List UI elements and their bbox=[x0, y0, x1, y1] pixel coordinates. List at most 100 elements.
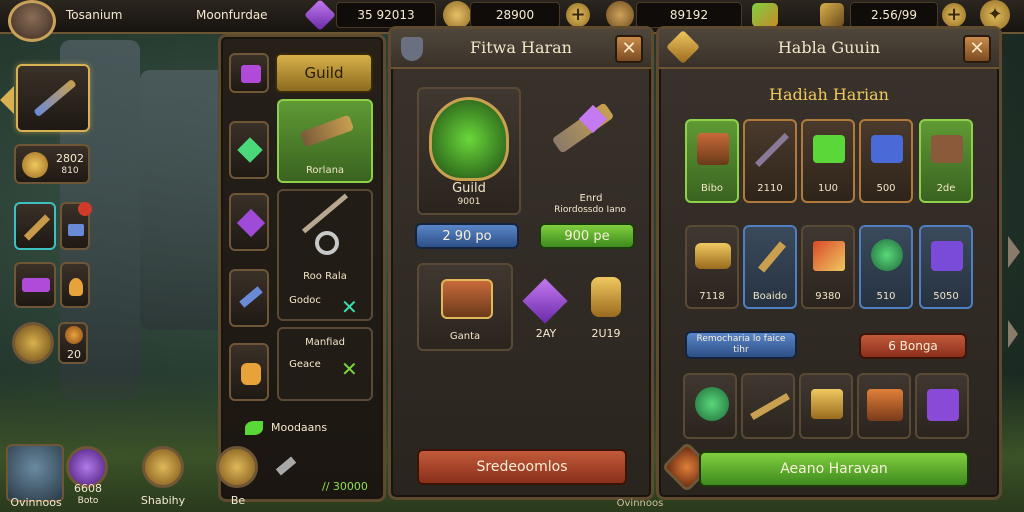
blue-tool-icon bbox=[239, 286, 263, 308]
guild-button[interactable]: Guild bbox=[275, 53, 373, 93]
daily-row1-2: 2110 bbox=[757, 183, 783, 194]
daily-subtitle: Hadiah Harian bbox=[769, 85, 889, 104]
sidebar-badge-slot[interactable]: 20 bbox=[58, 322, 88, 364]
chest-icon bbox=[752, 3, 778, 27]
energy-amount: 89192 bbox=[636, 2, 742, 28]
emblem-sub: 9001 bbox=[457, 197, 481, 207]
right-price-button[interactable]: 900 pe bbox=[539, 223, 635, 249]
gem-sub-label: Boto bbox=[77, 496, 99, 506]
coin-icon bbox=[22, 152, 48, 178]
gold-scroll-icon bbox=[695, 243, 731, 269]
gem-label: 6608 bbox=[74, 482, 102, 495]
sidebar-crystal-slot[interactable] bbox=[60, 202, 92, 250]
guild-nav-button[interactable] bbox=[216, 446, 258, 488]
hero-portrait[interactable] bbox=[6, 444, 64, 502]
daily-row1-5: 2de bbox=[936, 183, 956, 194]
info-button[interactable]: Remocharia lo faice tihr bbox=[685, 331, 797, 359]
badge-value: 20 bbox=[67, 348, 81, 361]
sidebar-flame-slot[interactable] bbox=[60, 262, 90, 308]
green-orb-icon bbox=[695, 387, 729, 421]
cross-icon[interactable]: ✕ bbox=[341, 357, 358, 381]
daily-reward-11[interactable] bbox=[683, 373, 737, 439]
player-avatar[interactable] bbox=[8, 0, 56, 42]
crossed-swords-icon bbox=[755, 133, 789, 167]
deal-button[interactable]: 6 Bonga bbox=[859, 333, 967, 359]
item-card-2[interactable]: Roo Rala Godoc ✕ bbox=[277, 189, 373, 321]
daily-reward-3[interactable]: 1U0 bbox=[801, 119, 855, 203]
daily-reward-4[interactable]: 500 bbox=[859, 119, 913, 203]
weekly-panel-title: Fitwa Haran bbox=[470, 38, 572, 57]
sidebar-weapon-slot[interactable] bbox=[16, 64, 90, 132]
shop-button[interactable] bbox=[142, 446, 184, 488]
daily-reward-2[interactable]: 2110 bbox=[743, 119, 797, 203]
daily-reward-5[interactable]: 2de bbox=[919, 119, 973, 203]
spear-icon bbox=[301, 193, 349, 234]
chest-icon bbox=[441, 279, 493, 319]
daily-reward-10[interactable]: 5050 bbox=[919, 225, 973, 309]
daily-reward-1[interactable]: Bibo bbox=[685, 119, 739, 203]
gold-box-icon bbox=[811, 389, 843, 419]
hero-label: Ovinnoos bbox=[10, 496, 62, 509]
chest-icon bbox=[697, 133, 729, 165]
scroll-amount: 2.56/99 bbox=[850, 2, 938, 28]
sidebar-sword-slot[interactable] bbox=[14, 202, 56, 250]
energy-icon bbox=[606, 1, 634, 29]
add-gold-button[interactable]: + bbox=[566, 3, 590, 27]
purple-box-icon bbox=[931, 241, 963, 271]
daily-reward-9[interactable]: 510 bbox=[859, 225, 913, 309]
left-arrow-icon[interactable] bbox=[0, 86, 14, 114]
guild-tab-icon-4[interactable] bbox=[229, 269, 269, 327]
daily-reward-13[interactable] bbox=[799, 373, 853, 439]
left-price-button[interactable]: 2 90 po bbox=[415, 223, 519, 249]
daily-row2-1: 7118 bbox=[699, 291, 725, 302]
cross-icon[interactable]: ✕ bbox=[341, 295, 358, 319]
weekly-panel: Fitwa Haran ✕ Guild 9001 Enrd Riordossdo… bbox=[388, 26, 654, 500]
weekly-panel-header: Fitwa Haran ✕ bbox=[391, 29, 651, 69]
right-arrow-icon-2[interactable] bbox=[1008, 320, 1018, 348]
item2-cost: Godoc bbox=[289, 295, 321, 306]
item-card-3[interactable]: Manfiad Geace ✕ bbox=[277, 327, 373, 401]
daily-row1-3: 1U0 bbox=[817, 183, 839, 194]
daily-reward-15[interactable] bbox=[915, 373, 969, 439]
right-arrow-icon[interactable] bbox=[1008, 236, 1020, 268]
side-title: Enrd bbox=[579, 193, 603, 204]
book-icon bbox=[813, 241, 845, 271]
daily-row2-3: 9380 bbox=[815, 291, 841, 302]
guild-tab-icon-2[interactable] bbox=[229, 121, 269, 179]
daily-row2-2: Boaido bbox=[752, 291, 788, 302]
daily-reward-7[interactable]: Boaido bbox=[743, 225, 797, 309]
close-weekly-button[interactable]: ✕ bbox=[615, 35, 643, 63]
add-scroll-button[interactable]: + bbox=[942, 3, 966, 27]
daily-reward-12[interactable] bbox=[741, 373, 795, 439]
sidebar-coin-slot[interactable]: 2802 810 bbox=[14, 144, 90, 184]
scroll-icon bbox=[820, 3, 844, 27]
daily-reward-8[interactable]: 9380 bbox=[801, 225, 855, 309]
sword-icon bbox=[23, 214, 51, 241]
reward-card-1[interactable]: Ganta bbox=[417, 263, 513, 351]
daily-reward-14[interactable] bbox=[857, 373, 911, 439]
sidebar-purple-slot[interactable] bbox=[14, 262, 56, 308]
shop-label: Shabihy bbox=[140, 494, 186, 507]
daily-reward-6[interactable]: 7118 bbox=[685, 225, 739, 309]
purple-chest-icon bbox=[241, 65, 261, 83]
guild-tab-icon-3[interactable] bbox=[229, 193, 269, 251]
close-daily-button[interactable]: ✕ bbox=[963, 35, 991, 63]
weekly-action-button[interactable]: Sredeoomlos bbox=[417, 449, 627, 485]
selected-item-card[interactable]: Rorlana bbox=[277, 99, 373, 183]
brown-chest-icon bbox=[931, 135, 963, 163]
hook-icon bbox=[315, 231, 339, 255]
guild-emblem-card[interactable]: Guild 9001 bbox=[417, 87, 521, 215]
coin-icon bbox=[443, 1, 471, 29]
slot-count: 2802 bbox=[56, 152, 84, 165]
daily-panel-header: Habla Guuin ✕ bbox=[659, 29, 999, 69]
guild-tab-icon-1[interactable] bbox=[229, 53, 269, 93]
purple-chest-icon bbox=[927, 389, 959, 421]
sidebar-medal-button[interactable] bbox=[12, 322, 54, 364]
item2-label: Roo Rala bbox=[303, 271, 347, 282]
axe-icon bbox=[299, 114, 355, 148]
claim-button[interactable]: Aeano Haravan bbox=[699, 451, 969, 487]
wand-icon bbox=[750, 392, 790, 421]
green-crystal-icon bbox=[237, 137, 263, 163]
guild-tab-icon-5[interactable] bbox=[229, 343, 269, 401]
daily-row2-4: 510 bbox=[876, 291, 896, 302]
